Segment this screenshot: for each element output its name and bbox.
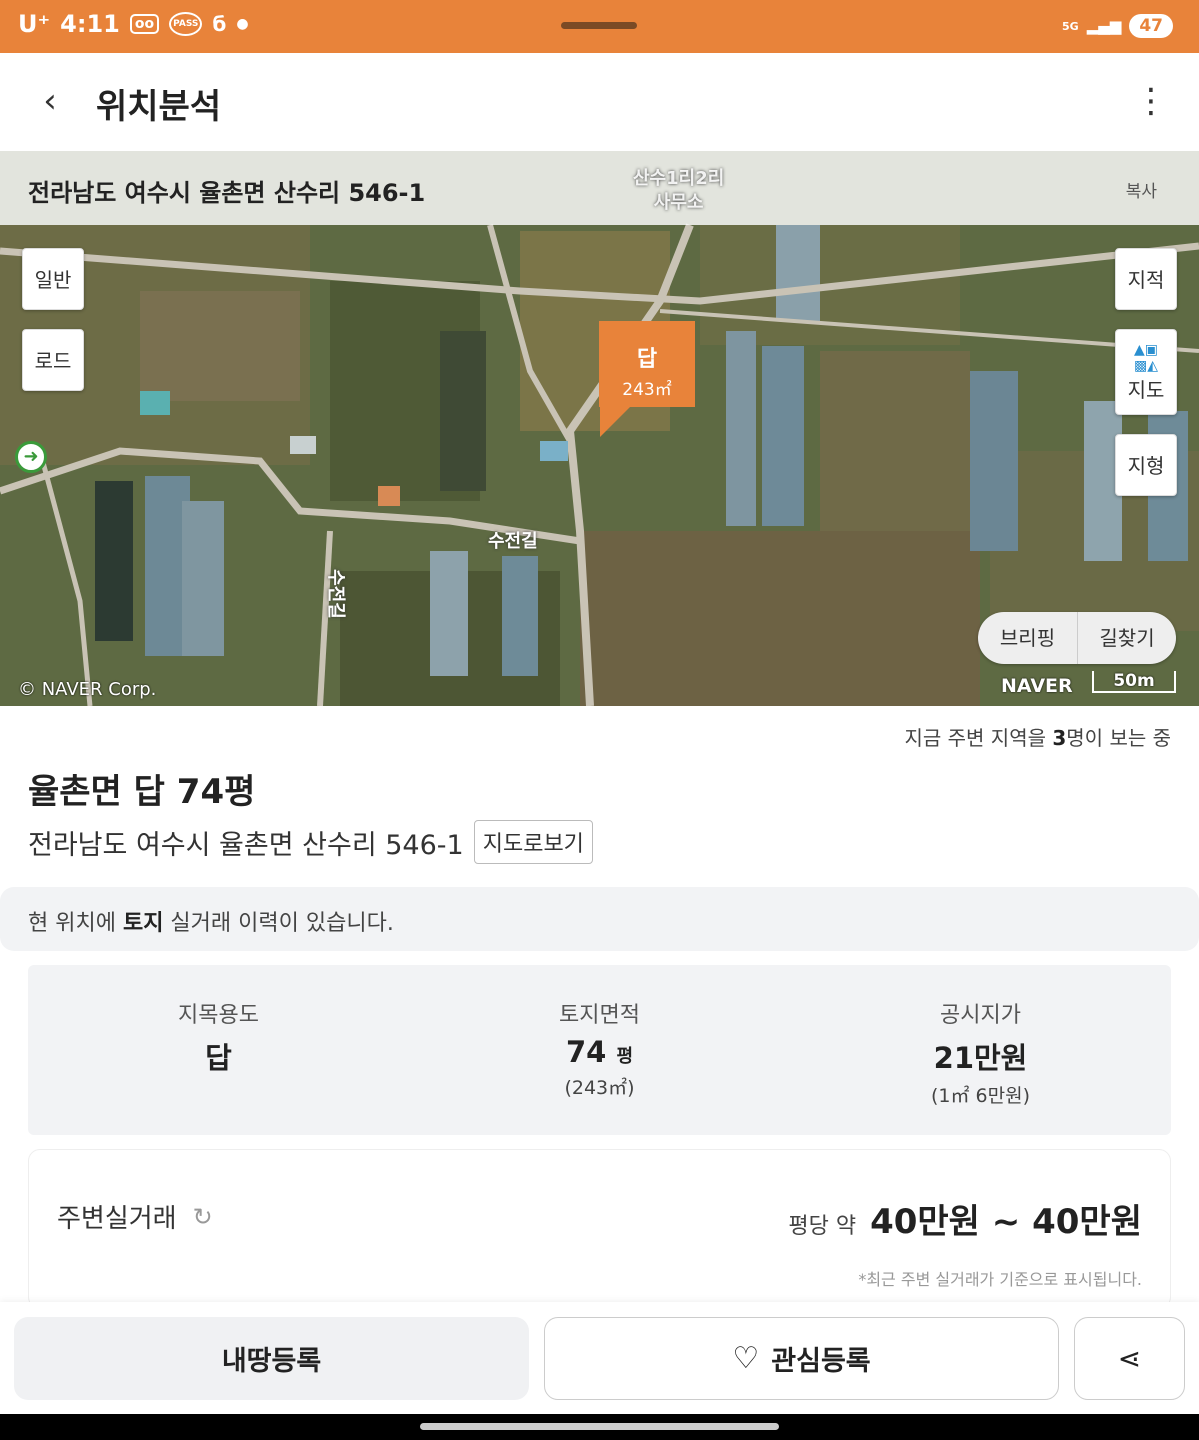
land-area-value: 74 — [565, 1035, 607, 1069]
place-label-office: 산수1리2리 사무소 — [633, 168, 725, 213]
status-pill — [561, 22, 637, 29]
system-nav-bar — [0, 1414, 1199, 1440]
nearby-trade-price: 평당 약 40만원 ~ 40만원 — [788, 1194, 1142, 1243]
viewers-count: 3 — [1052, 726, 1067, 750]
terrain-button[interactable]: 지형 — [1115, 434, 1177, 496]
notice-pre: 현 위치에 — [28, 911, 123, 936]
naver-logo: NAVER — [1001, 675, 1073, 697]
land-area-sub: (243㎡) — [564, 1077, 635, 1099]
property-address: 전라남도 여수시 율촌면 산수리 546-1 — [28, 829, 464, 861]
general-map-button[interactable]: 일반 — [22, 248, 84, 310]
marker-pointer — [600, 407, 630, 437]
marker-area: 243㎡ — [622, 380, 672, 400]
more-vert-icon[interactable]: ⋮ — [1131, 77, 1171, 125]
notice-post: 실거래 이력이 있습니다. — [163, 911, 394, 936]
status-bar: U⁺ 4:11 oo PASS б ● 5G ▂▄▆ 47 — [0, 0, 1199, 53]
register-land-label: 내땅등록 — [221, 1346, 322, 1377]
address-bar: 전라남도 여수시 율촌면 산수리 546-1 복사 — [0, 151, 1199, 225]
map-address: 전라남도 여수시 율촌면 산수리 546-1 — [28, 179, 426, 207]
land-area-label: 토지면적 — [559, 1003, 640, 1028]
page-title: 위치분석 — [96, 87, 222, 127]
road-label-1: 수전길 — [488, 531, 538, 552]
nearby-trade-title: 주변실거래 — [57, 1204, 177, 1234]
official-price-value: 21만원 — [933, 1041, 1028, 1075]
marker-type: 답 — [636, 347, 658, 372]
app-bar: ‹ 위치분석 ⋮ — [0, 53, 1199, 151]
dot-icon: ● — [236, 16, 249, 32]
official-price-sub: (1㎡ 6만원) — [930, 1085, 1030, 1107]
clock: 4:11 — [60, 10, 120, 38]
heart-icon: ♡ — [732, 1341, 760, 1376]
road-view-button[interactable]: 로드 — [22, 329, 84, 391]
price-note: *최근 주변 실거래가 기준으로 표시됩니다. — [858, 1270, 1142, 1289]
status-right: 5G ▂▄▆ 47 — [1062, 14, 1173, 38]
carrier-label: U⁺ — [18, 10, 51, 38]
copy-button[interactable]: 복사 — [1126, 177, 1157, 202]
land-use-label: 지목용도 — [178, 1003, 259, 1028]
map-layer-label: 지도 — [1127, 378, 1165, 402]
map-scale: 50m — [1092, 671, 1176, 693]
share-button[interactable]: ⋖ — [1074, 1317, 1185, 1400]
battery-badge: 47 — [1129, 14, 1173, 38]
refresh-icon[interactable]: ↻ — [193, 1203, 213, 1231]
directions-button[interactable]: 길찾기 — [1077, 612, 1176, 664]
home-handle[interactable] — [420, 1423, 779, 1430]
nearby-trade-title-row: 주변실거래 ↻ — [57, 1198, 213, 1235]
view-on-map-button[interactable]: 지도로보기 — [473, 820, 593, 864]
share-icon: ⋖ — [1117, 1342, 1142, 1375]
viewers-pre: 지금 주변 지역을 — [904, 726, 1053, 750]
notification-icon: б — [212, 12, 227, 36]
street-arrow-icon[interactable]: ➜ — [15, 441, 47, 473]
briefing-button[interactable]: 브리핑 — [978, 612, 1077, 664]
map-layer-button[interactable]: ▲▣ ▩◭ 지도 — [1115, 329, 1177, 415]
price-range: 40만원 ~ 40만원 — [870, 1202, 1142, 1242]
viewers-text: 지금 주변 지역을 3명이 보는 중 — [904, 722, 1171, 751]
notice-bold: 토지 — [122, 911, 164, 936]
nearby-trade-card: 주변실거래 ↻ 평당 약 40만원 ~ 40만원 *최근 주변 실거래가 기준으… — [28, 1149, 1171, 1309]
parcel-marker[interactable]: 답 243㎡ — [599, 321, 695, 407]
price-prefix: 평당 약 — [788, 1214, 857, 1239]
cadastral-button[interactable]: 지적 — [1115, 248, 1177, 310]
map-view[interactable]: 전라남도 여수시 율촌면 산수리 546-1 복사 산수1리2리 사무소 수전길… — [0, 151, 1199, 706]
signal-icon: ▂▄▆ — [1086, 17, 1122, 35]
land-area-unit: 평 — [616, 1046, 634, 1067]
bottom-action-bar: 내땅등록 ♡ 관심등록 ⋖ — [0, 1302, 1199, 1414]
network-label: 5G — [1062, 19, 1079, 33]
official-price-label: 공시지가 — [940, 1003, 1021, 1028]
voicemail-icon: oo — [129, 14, 160, 34]
favorite-button[interactable]: ♡ 관심등록 — [544, 1317, 1059, 1400]
register-land-button[interactable]: 내땅등록 — [14, 1317, 529, 1400]
favorite-label: 관심등록 — [771, 1346, 871, 1377]
status-left: U⁺ 4:11 oo PASS б ● — [18, 10, 249, 38]
road-label-2: 수전길 — [324, 569, 346, 619]
official-price-col: 공시지가 21만원 (1㎡ 6만원) — [790, 965, 1171, 1135]
trade-history-notice: 현 위치에 토지 실거래 이력이 있습니다. — [0, 887, 1199, 951]
land-use-value: 답 — [205, 1041, 232, 1075]
pass-icon: PASS — [169, 12, 203, 36]
map-action-group: 브리핑 길찾기 — [978, 612, 1176, 664]
map-copyright: © NAVER Corp. — [18, 679, 157, 700]
land-area-value-row: 74 평 — [409, 1035, 790, 1069]
viewers-post: 명이 보는 중 — [1066, 726, 1171, 750]
property-address-row: 전라남도 여수시 율촌면 산수리 546-1 지도로보기 — [28, 820, 593, 864]
property-title: 율촌면 답 74평 — [28, 772, 256, 812]
land-use-col: 지목용도 답 — [28, 965, 409, 1135]
back-icon[interactable]: ‹ — [30, 81, 70, 121]
land-info-box: 지목용도 답 토지면적 74 평 (243㎡) 공시지가 21만원 (1㎡ 6만… — [28, 965, 1171, 1135]
land-area-col: 토지면적 74 평 (243㎡) — [409, 965, 790, 1135]
map-layer-icon: ▲▣ ▩◭ — [1134, 342, 1158, 374]
